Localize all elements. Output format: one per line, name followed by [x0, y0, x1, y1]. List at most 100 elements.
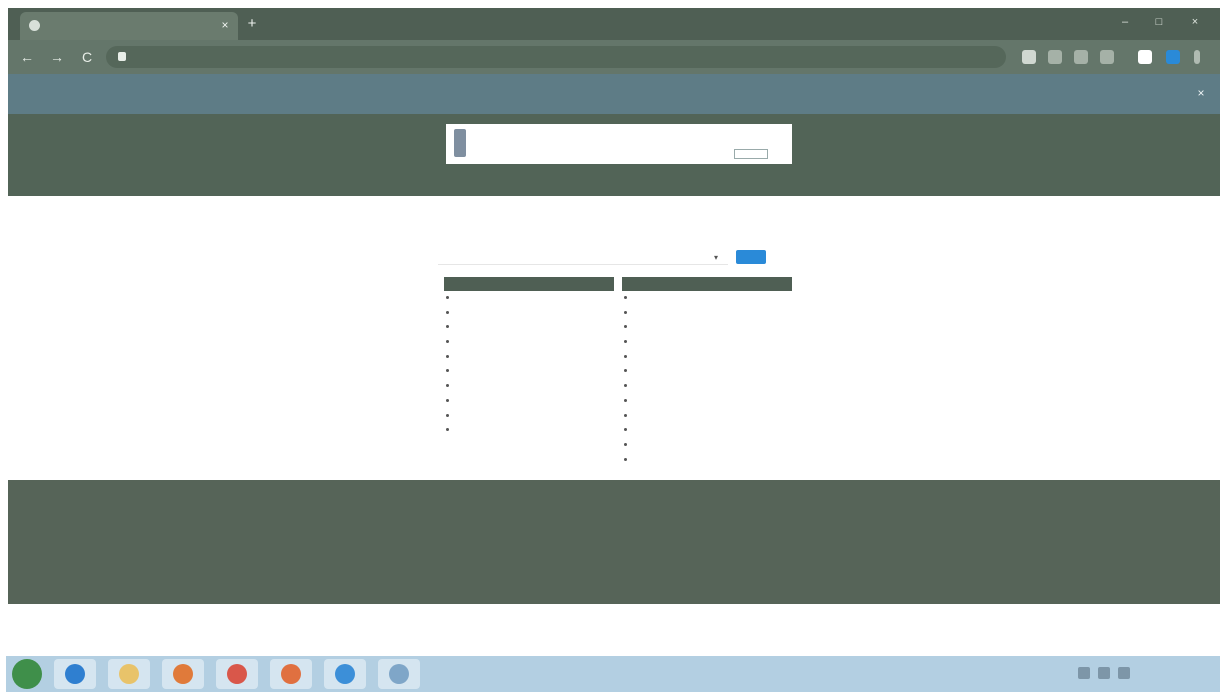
url-text	[134, 51, 354, 63]
bullet-icon	[624, 398, 627, 402]
tray-icon[interactable]	[1078, 667, 1090, 679]
maximize-button[interactable]: □	[1148, 14, 1170, 30]
footer-link[interactable]	[440, 505, 498, 516]
site-nav-item-active[interactable]	[734, 149, 768, 159]
footer-link[interactable]	[564, 527, 676, 538]
back-button[interactable]: ←	[18, 48, 36, 66]
list-item[interactable]	[444, 335, 614, 350]
list-item[interactable]	[444, 320, 614, 335]
footer-link[interactable]	[682, 582, 792, 593]
footer-link[interactable]	[500, 527, 558, 538]
chrome-icon	[335, 664, 355, 684]
info-bar-action[interactable]	[1120, 87, 1180, 101]
footer-link[interactable]	[682, 505, 792, 516]
footer-link[interactable]	[682, 516, 792, 527]
star-icon[interactable]	[1048, 50, 1062, 64]
info-bar-message	[22, 88, 582, 100]
app-icon	[389, 664, 409, 684]
address-bar[interactable]	[106, 46, 1006, 68]
reload-button[interactable]: C	[78, 48, 96, 66]
list-item[interactable]	[622, 453, 792, 468]
info-bar-close-icon[interactable]: ×	[1194, 86, 1208, 100]
list-item[interactable]	[444, 306, 614, 321]
extension-icon[interactable]	[1022, 50, 1036, 64]
footer-link[interactable]	[682, 560, 792, 571]
volume-icon[interactable]	[1118, 667, 1130, 679]
submit-button[interactable]	[736, 250, 766, 264]
footer-link[interactable]	[440, 538, 498, 549]
list-item[interactable]	[622, 291, 792, 306]
copyright-text	[440, 592, 670, 600]
extension-icon[interactable]	[1138, 50, 1152, 64]
list-item[interactable]	[622, 335, 792, 350]
system-clock[interactable]	[1156, 663, 1200, 685]
forward-button[interactable]: →	[48, 48, 66, 66]
tab-close-icon[interactable]: ×	[218, 18, 232, 32]
list-item[interactable]	[622, 438, 792, 453]
footer-link[interactable]	[682, 527, 792, 538]
new-tab-button[interactable]: +	[244, 16, 260, 32]
footer-link[interactable]	[500, 538, 558, 549]
footer-column	[500, 490, 558, 560]
page-title	[438, 207, 558, 221]
extension-icon[interactable]	[1074, 50, 1088, 64]
site-nav-item[interactable]	[764, 149, 788, 159]
taskbar-app-button[interactable]	[378, 659, 420, 689]
browser-tab[interactable]: ×	[20, 12, 238, 40]
list-item[interactable]	[444, 423, 614, 438]
site-brand[interactable]	[472, 130, 512, 142]
footer-link[interactable]	[682, 549, 792, 560]
network-icon[interactable]	[1098, 667, 1110, 679]
list-item[interactable]	[622, 364, 792, 379]
list-item[interactable]	[622, 350, 792, 365]
site-nav-item[interactable]	[642, 149, 676, 159]
bullet-icon	[624, 457, 627, 461]
taskbar-app-button[interactable]	[162, 659, 204, 689]
profile-icon[interactable]	[1166, 50, 1180, 64]
list-item[interactable]	[444, 409, 614, 424]
windows-taskbar	[6, 656, 1220, 692]
list-item[interactable]	[444, 394, 614, 409]
footer-link[interactable]	[500, 505, 558, 516]
taskbar-app-button[interactable]	[108, 659, 150, 689]
footer-link[interactable]	[440, 527, 498, 538]
site-logo[interactable]	[454, 129, 466, 157]
minimize-button[interactable]: –	[1114, 14, 1136, 30]
favicon-icon	[29, 20, 40, 31]
close-window-button[interactable]: ×	[1184, 14, 1206, 30]
bullet-icon	[446, 428, 449, 432]
site-nav-item[interactable]	[678, 149, 712, 159]
list-item[interactable]	[622, 409, 792, 424]
taskbar-app-button[interactable]	[216, 659, 258, 689]
list-item[interactable]	[622, 394, 792, 409]
list-item[interactable]	[444, 379, 614, 394]
list-item[interactable]	[444, 364, 614, 379]
option-select[interactable]	[438, 249, 728, 265]
list-item[interactable]	[622, 320, 792, 335]
taskbar-app-button[interactable]	[324, 659, 366, 689]
bullet-icon	[624, 340, 627, 344]
list-item[interactable]	[444, 350, 614, 365]
footer-link[interactable]	[564, 516, 676, 527]
bullet-icon	[446, 310, 449, 314]
footer-link[interactable]	[682, 571, 792, 582]
list-item[interactable]	[444, 291, 614, 306]
footer-link[interactable]	[440, 516, 498, 527]
footer-link[interactable]	[500, 516, 558, 527]
extension-icon[interactable]	[1100, 50, 1114, 64]
bullet-icon	[624, 384, 627, 388]
taskbar-app-button[interactable]	[54, 659, 96, 689]
list-item[interactable]	[622, 423, 792, 438]
start-button[interactable]	[12, 659, 42, 689]
list-item[interactable]	[622, 306, 792, 321]
site-nav-item[interactable]	[606, 149, 640, 159]
footer-link[interactable]	[500, 549, 558, 560]
taskbar-app-button[interactable]	[270, 659, 312, 689]
list-item[interactable]	[622, 379, 792, 394]
footer-link[interactable]	[682, 538, 792, 549]
chevron-down-icon[interactable]: ▾	[714, 253, 724, 263]
breadcrumb[interactable]	[588, 182, 658, 190]
menu-icon[interactable]	[1194, 50, 1200, 64]
footer-heading	[500, 490, 558, 500]
footer-link[interactable]	[564, 505, 676, 516]
